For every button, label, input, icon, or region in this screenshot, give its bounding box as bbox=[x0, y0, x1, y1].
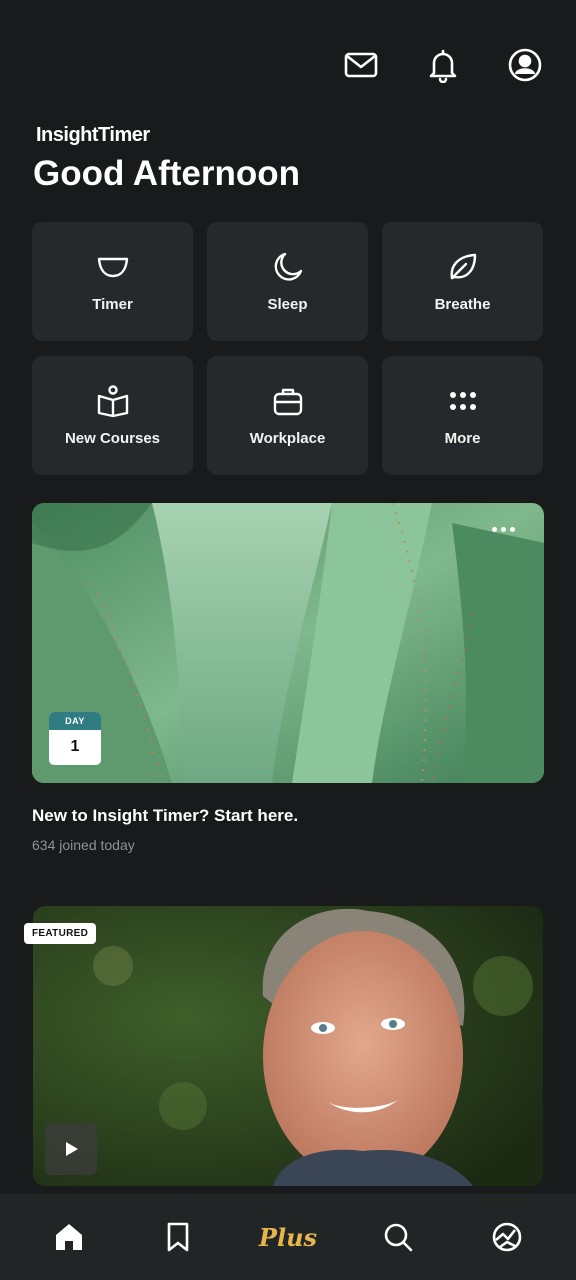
brand-logo: InsightTimer bbox=[36, 124, 150, 146]
home-icon bbox=[55, 1224, 82, 1250]
day-badge: DAY 1 bbox=[49, 712, 101, 765]
featured-card-image[interactable] bbox=[33, 906, 543, 1186]
tab-saved[interactable] bbox=[138, 1207, 218, 1267]
teacher-portrait-image bbox=[33, 906, 543, 1186]
profile-button[interactable] bbox=[504, 44, 546, 86]
tile-label: Sleep bbox=[267, 296, 308, 313]
tab-search[interactable] bbox=[358, 1207, 438, 1267]
profile-icon bbox=[508, 48, 542, 82]
tile-sleep[interactable]: Sleep bbox=[207, 222, 368, 341]
day-badge-number: 1 bbox=[70, 738, 80, 755]
notifications-button[interactable] bbox=[422, 44, 464, 86]
agave-plant-image bbox=[32, 503, 544, 783]
tile-label: More bbox=[444, 430, 481, 447]
bell-icon bbox=[429, 49, 457, 83]
tile-label: Workplace bbox=[249, 430, 326, 447]
tile-workplace[interactable]: Workplace bbox=[207, 356, 368, 475]
tab-plus[interactable]: Plus bbox=[248, 1207, 328, 1267]
leaf-icon bbox=[450, 253, 476, 280]
plus-tab-label: Plus bbox=[258, 1222, 318, 1252]
moon-icon bbox=[274, 252, 302, 281]
mail-button[interactable] bbox=[340, 44, 382, 86]
day-badge-label: DAY bbox=[49, 712, 101, 730]
tile-breathe[interactable]: Breathe bbox=[382, 222, 543, 341]
explore-icon bbox=[492, 1222, 522, 1252]
tile-new-courses[interactable]: New Courses bbox=[32, 356, 193, 475]
search-icon bbox=[384, 1223, 412, 1252]
bottom-tab-bar: Plus bbox=[0, 1194, 576, 1280]
play-icon bbox=[66, 1142, 78, 1156]
course-card-title[interactable]: New to Insight Timer? Start here. bbox=[32, 806, 298, 826]
tile-label: New Courses bbox=[64, 430, 161, 447]
bookmark-icon bbox=[168, 1222, 189, 1252]
play-button[interactable] bbox=[45, 1123, 97, 1175]
more-options-icon[interactable] bbox=[492, 521, 520, 537]
course-card-subtitle: 634 joined today bbox=[32, 837, 135, 853]
tab-explore[interactable] bbox=[467, 1207, 547, 1267]
tile-label: Timer bbox=[92, 296, 133, 313]
featured-badge: FEATURED bbox=[24, 923, 97, 944]
book-icon bbox=[97, 385, 128, 418]
tab-home[interactable] bbox=[29, 1207, 109, 1267]
tile-timer[interactable]: Timer bbox=[32, 222, 193, 341]
grid-dots-icon bbox=[449, 392, 476, 410]
bowl-icon bbox=[97, 257, 128, 278]
mail-icon bbox=[344, 52, 378, 78]
tile-more[interactable]: More bbox=[382, 356, 543, 475]
category-grid: Timer Sleep Breathe New Courses Workplac… bbox=[32, 222, 544, 475]
greeting-title: Good Afternoon bbox=[33, 154, 300, 193]
top-bar bbox=[340, 44, 546, 86]
tile-label: Breathe bbox=[434, 296, 491, 313]
briefcase-icon bbox=[273, 388, 302, 416]
course-card-image[interactable]: DAY 1 bbox=[32, 503, 544, 783]
